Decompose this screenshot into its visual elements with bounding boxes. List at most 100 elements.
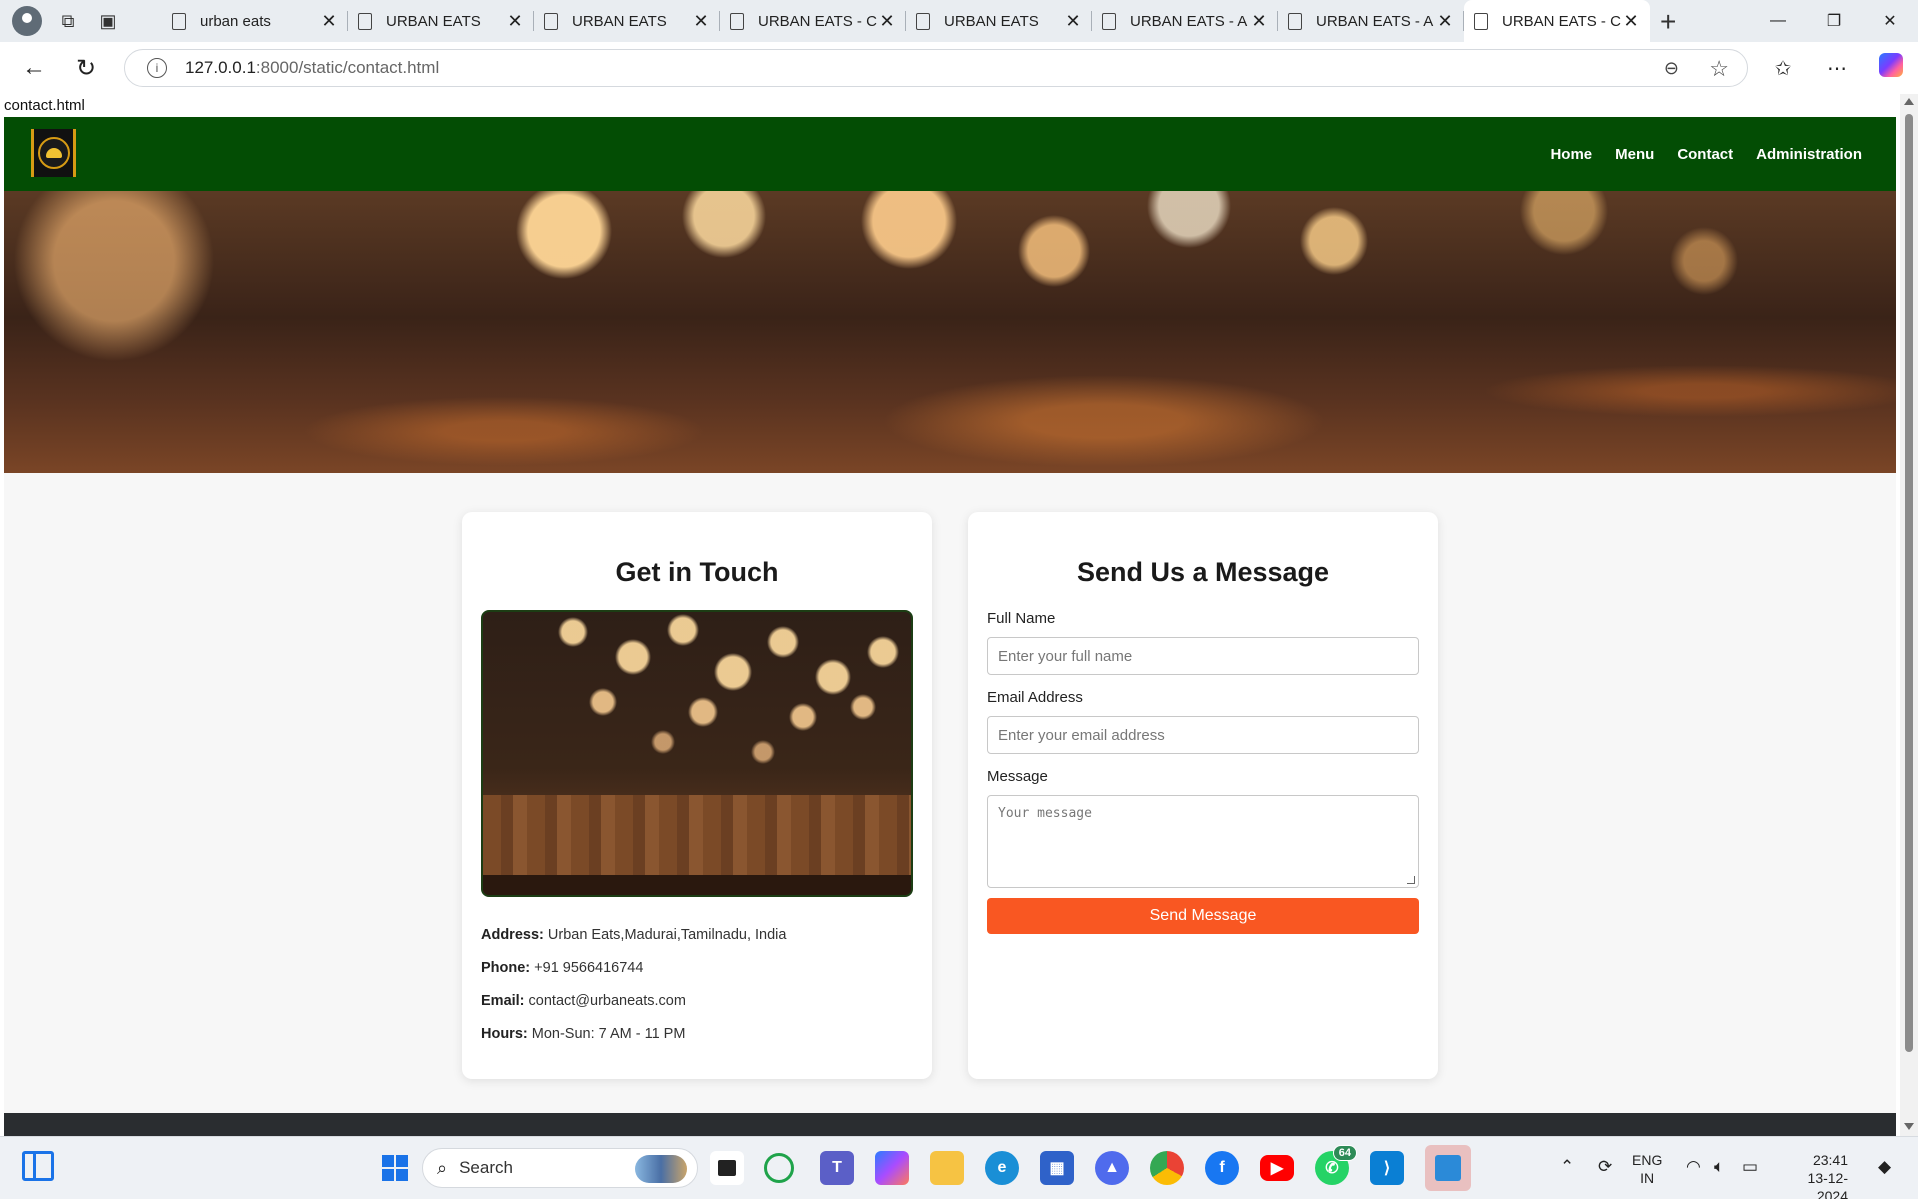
edge-icon[interactable]: e bbox=[985, 1151, 1019, 1185]
close-tab-icon[interactable]: ✕ bbox=[1436, 11, 1454, 32]
vscode-icon[interactable]: ⟩ bbox=[1370, 1151, 1404, 1185]
send-message-button[interactable]: Send Message bbox=[987, 898, 1419, 934]
whatsapp-icon[interactable]: ✆ 64 bbox=[1315, 1145, 1357, 1185]
browser-tab[interactable]: URBAN EATS ✕ bbox=[906, 0, 1092, 42]
language-indicator[interactable]: ENG IN bbox=[1632, 1151, 1662, 1187]
browser-tab[interactable]: URBAN EATS - A ✕ bbox=[1092, 0, 1278, 42]
favorites-icon[interactable]: ✩ bbox=[1756, 56, 1810, 81]
region-code: IN bbox=[1640, 1170, 1655, 1186]
tab-title: URBAN EATS - A bbox=[1316, 12, 1434, 30]
email-label: Email: bbox=[481, 993, 525, 1009]
browser-tab[interactable]: URBAN EATS ✕ bbox=[348, 0, 534, 42]
close-tab-icon[interactable]: ✕ bbox=[1622, 11, 1640, 32]
refresh-icon[interactable]: ↻ bbox=[68, 50, 104, 86]
full-name-placeholder: Enter your full name bbox=[998, 647, 1133, 665]
table-image-part bbox=[483, 795, 911, 875]
zoom-icon[interactable]: ⊖ bbox=[1664, 58, 1679, 79]
more-menu-icon[interactable]: ⋯ bbox=[1810, 56, 1864, 81]
browser-tab[interactable]: urban eats ✕ bbox=[162, 0, 348, 42]
browser-tab[interactable]: URBAN EATS - C ✕ bbox=[720, 0, 906, 42]
wifi-icon[interactable]: ◠ bbox=[1686, 1157, 1701, 1177]
urban-eats-logo[interactable] bbox=[31, 129, 76, 177]
hero-banner-image bbox=[4, 191, 1896, 473]
page-icon bbox=[916, 12, 930, 30]
copilot-app-icon[interactable] bbox=[875, 1151, 909, 1185]
page-scrollbar[interactable] bbox=[1900, 94, 1918, 1136]
browser-tab[interactable]: URBAN EATS - A ✕ bbox=[1278, 0, 1464, 42]
browser-tab-active[interactable]: URBAN EATS - C ✕ bbox=[1464, 0, 1650, 42]
close-tab-icon[interactable]: ✕ bbox=[1064, 11, 1082, 32]
clock[interactable]: 23:41 13-12-2024 bbox=[1778, 1151, 1848, 1199]
table-front-image-part bbox=[483, 875, 911, 895]
workspaces-icon[interactable]: ⧉ bbox=[54, 7, 82, 35]
close-tab-icon[interactable]: ✕ bbox=[320, 11, 338, 32]
file-explorer-icon[interactable] bbox=[930, 1151, 964, 1185]
nav-home-link[interactable]: Home bbox=[1550, 146, 1592, 163]
page-icon bbox=[358, 12, 372, 30]
close-tab-icon[interactable]: ✕ bbox=[878, 11, 896, 32]
contact-details: Address: Urban Eats,Madurai,Tamilnadu, I… bbox=[481, 927, 913, 1059]
browser-tab-bar: ⧉ ▣ urban eats ✕ URBAN EATS ✕ URBAN EATS ✕ … bbox=[0, 0, 1918, 42]
page-icon bbox=[544, 12, 558, 30]
app-triangle-icon[interactable]: ▲ bbox=[1095, 1151, 1129, 1185]
sync-icon[interactable]: ⟳ bbox=[1598, 1157, 1612, 1177]
teams-icon[interactable]: T bbox=[820, 1151, 854, 1185]
show-hidden-icons-icon[interactable]: ⌃ bbox=[1560, 1157, 1574, 1177]
system-tray: ⌃ ⟳ ENG IN ◠ 🔈︎ ▭ 23:41 13-12-2024 ◆ bbox=[1518, 1137, 1918, 1199]
browser-tab[interactable]: URBAN EATS ✕ bbox=[534, 0, 720, 42]
page-viewport: contact.html Home Menu Contact Administr… bbox=[0, 94, 1918, 1136]
full-name-input[interactable]: Enter your full name bbox=[987, 637, 1419, 675]
store-icon[interactable]: ▦ bbox=[1040, 1151, 1074, 1185]
email-placeholder: Enter your email address bbox=[998, 726, 1165, 744]
profile-icon[interactable] bbox=[12, 6, 42, 36]
phone-line: Phone: +91 9566416744 bbox=[481, 960, 913, 976]
scroll-thumb[interactable] bbox=[1905, 114, 1913, 1052]
taskbar-search[interactable]: ⌕ Search bbox=[422, 1148, 698, 1188]
message-textarea[interactable]: Your message bbox=[987, 795, 1419, 888]
widgets-icon[interactable] bbox=[22, 1151, 54, 1181]
logo-emblem-icon bbox=[37, 137, 70, 169]
notification-bell-icon[interactable]: ◆ bbox=[1878, 1157, 1891, 1177]
back-icon[interactable]: ← bbox=[16, 50, 52, 86]
tab-title: URBAN EATS bbox=[386, 12, 481, 30]
facebook-icon[interactable]: f bbox=[1205, 1151, 1239, 1185]
scroll-up-icon[interactable] bbox=[1904, 98, 1914, 105]
taskbar-search-label: Search bbox=[459, 1158, 513, 1177]
nav-administration-link[interactable]: Administration bbox=[1756, 146, 1862, 163]
scroll-down-icon[interactable] bbox=[1904, 1123, 1914, 1130]
favorite-star-icon[interactable]: ☆ bbox=[1709, 56, 1729, 82]
paint-app-icon[interactable] bbox=[1425, 1145, 1471, 1191]
close-tab-icon[interactable]: ✕ bbox=[506, 11, 524, 32]
close-tab-icon[interactable]: ✕ bbox=[692, 11, 710, 32]
new-tab-button[interactable]: + bbox=[1660, 6, 1676, 38]
close-tab-icon[interactable]: ✕ bbox=[1250, 11, 1268, 32]
battery-icon[interactable]: ▭ bbox=[1742, 1157, 1758, 1177]
copilot-icon[interactable] bbox=[1864, 53, 1918, 83]
nav-contact-link[interactable]: Contact bbox=[1677, 146, 1733, 163]
url-host: 127.0.0.1 bbox=[185, 58, 256, 77]
tab-title: URBAN EATS bbox=[572, 12, 667, 30]
volume-icon[interactable]: 🔈︎ bbox=[1714, 1157, 1724, 1177]
windows-taskbar: ⌕ Search T e ▦ ▲ f ▶ ✆ 64 ⟩ ⌃ ⟳ ENG IN ◠ 🔈… bbox=[0, 1136, 1918, 1199]
start-button[interactable] bbox=[378, 1151, 412, 1185]
task-view-icon[interactable] bbox=[710, 1151, 744, 1185]
close-window-icon[interactable]: ✕ bbox=[1862, 0, 1918, 42]
minimize-icon[interactable]: — bbox=[1750, 0, 1806, 42]
site-info-icon[interactable]: i bbox=[147, 58, 167, 78]
tab-title: URBAN EATS - A bbox=[1130, 12, 1248, 30]
url-field[interactable]: i 127.0.0.1:8000/static/contact.html ⊖ ☆ bbox=[124, 49, 1748, 87]
nav-menu-link[interactable]: Menu bbox=[1615, 146, 1654, 163]
tab-actions-icon[interactable]: ▣ bbox=[94, 7, 122, 35]
phone-label: Phone: bbox=[481, 960, 531, 976]
page-icon bbox=[172, 12, 186, 30]
chrome-icon[interactable] bbox=[1150, 1151, 1184, 1185]
app-circle-icon[interactable] bbox=[764, 1153, 794, 1183]
file-name-label: contact.html bbox=[4, 97, 85, 114]
restaurant-photo bbox=[481, 610, 913, 897]
restore-icon[interactable]: ❐ bbox=[1806, 0, 1862, 42]
page-icon bbox=[1474, 12, 1488, 30]
email-input[interactable]: Enter your email address bbox=[987, 716, 1419, 754]
youtube-icon[interactable]: ▶ bbox=[1260, 1155, 1294, 1181]
resize-grip-icon[interactable] bbox=[1407, 876, 1415, 884]
hours-line: Hours: Mon-Sun: 7 AM - 11 PM bbox=[481, 1026, 913, 1042]
